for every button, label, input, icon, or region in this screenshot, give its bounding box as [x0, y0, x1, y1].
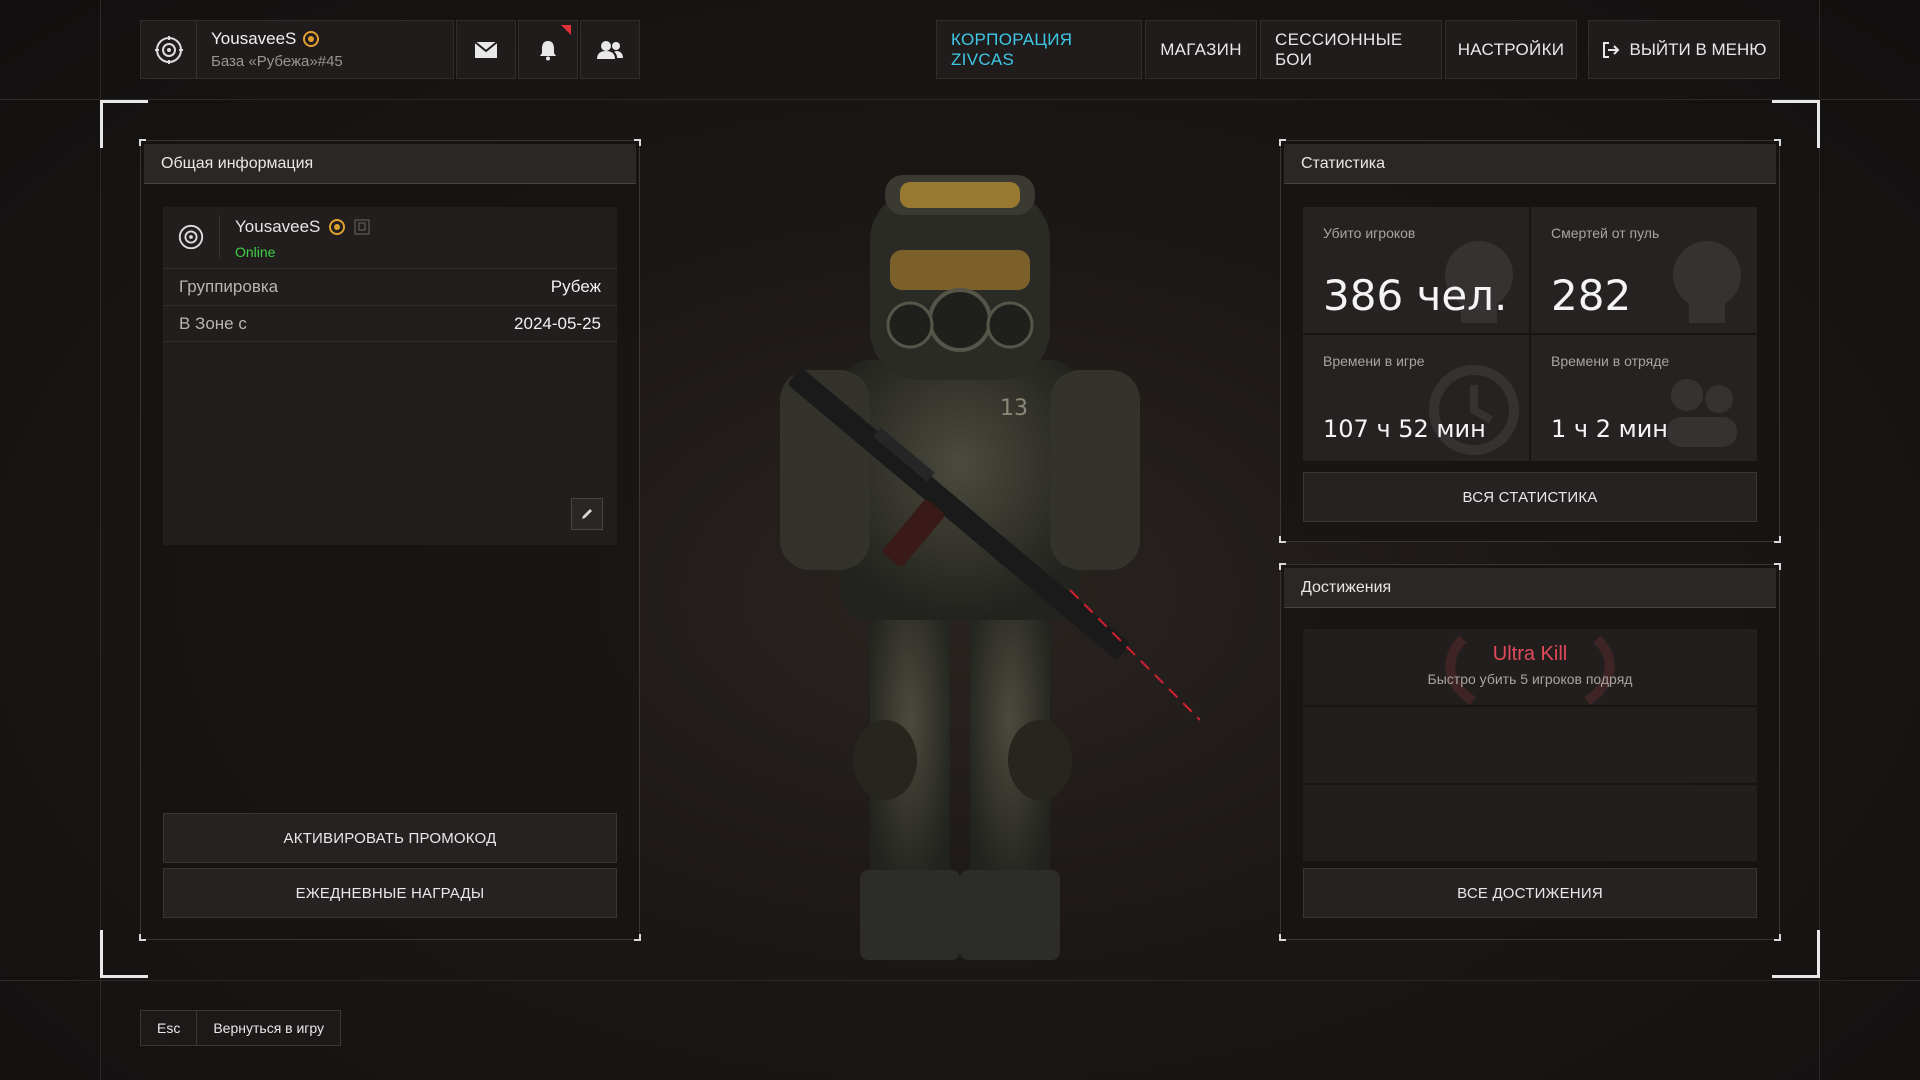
notifications-button[interactable] [518, 20, 578, 79]
stat-deaths: Смертей от пуль 282 [1531, 207, 1757, 333]
premium-badge-icon [329, 219, 346, 235]
stat-label: Времени в отряде [1551, 353, 1670, 369]
info-row-zone-since: В Зоне с 2024-05-25 [163, 305, 617, 342]
stat-label: Смертей от пуль [1551, 225, 1660, 241]
exit-icon [1602, 41, 1619, 58]
nav-session-battles[interactable]: СЕССИОННЫЕ БОИ [1260, 20, 1442, 79]
notification-indicator [561, 25, 571, 35]
profile-chip[interactable]: YousaveeS База «Рубежа»#45 [140, 20, 454, 79]
frame-line-left [100, 0, 101, 1080]
achievement-slot-empty [1303, 707, 1757, 783]
stat-squad-time: Времени в отряде 1 ч 2 мин [1531, 335, 1757, 461]
achievements-list: Ultra Kill Быстро убить 5 игроков подряд [1303, 629, 1757, 861]
main-nav: КОРПОРАЦИЯ ZIVCAS МАГАЗИН СЕССИОННЫЕ БОИ… [936, 20, 1577, 79]
general-info-title: Общая информация [144, 144, 636, 184]
info-key: В Зоне с [179, 313, 247, 333]
users-icon [597, 40, 623, 59]
info-row-faction: Группировка Рубеж [163, 268, 617, 305]
laurel-icon [1445, 635, 1615, 705]
base-label: База «Рубежа»#45 [211, 53, 343, 70]
skull-icon [1673, 241, 1741, 323]
premium-badge-icon [303, 31, 320, 47]
achievement-item[interactable]: Ultra Kill Быстро убить 5 игроков подряд [1303, 629, 1757, 705]
esc-key: Esc [141, 1011, 198, 1045]
faction-emblem-icon [163, 207, 219, 267]
pencil-icon [582, 509, 592, 519]
character-model: 13 [720, 160, 1201, 970]
nav-settings[interactable]: НАСТРОЙКИ [1445, 20, 1577, 79]
exit-to-menu-button[interactable]: ВЫЙТИ В МЕНЮ [1588, 20, 1780, 79]
stat-playtime: Времени в игре 107 ч 52 мин [1303, 335, 1529, 461]
info-value: 2024-05-25 [514, 313, 601, 333]
info-value: Рубеж [550, 277, 601, 296]
player-name: YousaveeS [211, 29, 297, 48]
back-to-game-label: Вернуться в игру [213, 1020, 325, 1036]
frame-line-right [1819, 0, 1820, 1080]
bell-icon [540, 40, 556, 60]
envelope-icon [474, 40, 498, 58]
nav-shop[interactable]: МАГАЗИН [1145, 20, 1257, 79]
squad-icon [1667, 379, 1737, 447]
all-achievements-button[interactable]: ВСЕ ДОСТИЖЕНИЯ [1303, 868, 1757, 918]
player-name: YousaveeS [235, 217, 321, 236]
online-status: Online [235, 244, 276, 260]
info-key: Группировка [179, 277, 279, 296]
clock-icon [1429, 365, 1519, 455]
frame-line-top [0, 99, 1920, 100]
copy-icon[interactable] [354, 219, 370, 235]
svg-text:13: 13 [1000, 396, 1028, 421]
achievements-title: Достижения [1284, 568, 1776, 608]
player-card: YousaveeS Online Группировка Рубеж В Зон… [163, 207, 617, 545]
exit-label: ВЫЙТИ В МЕНЮ [1629, 39, 1767, 59]
statistics-title: Статистика [1284, 144, 1776, 184]
achievement-slot-empty [1303, 785, 1757, 861]
mail-button[interactable] [456, 20, 516, 79]
frame-line-bottom [0, 980, 1920, 981]
stat-value: 282 [1551, 271, 1632, 320]
daily-rewards-button[interactable]: ЕЖЕДНЕВНЫЕ НАГРАДЫ [163, 868, 617, 918]
stat-value: 1 ч 2 мин [1551, 415, 1668, 443]
achievement-description: Быстро убить 5 игроков подряд [1427, 671, 1633, 687]
all-statistics-button[interactable]: ВСЯ СТАТИСТИКА [1303, 472, 1757, 522]
activate-promo-button[interactable]: АКТИВИРОВАТЬ ПРОМОКОД [163, 813, 617, 863]
stat-label: Времени в игре [1323, 353, 1425, 369]
nav-corporation[interactable]: КОРПОРАЦИЯ ZIVCAS [936, 20, 1142, 79]
friends-button[interactable] [580, 20, 640, 79]
skull-icon [1445, 241, 1513, 323]
achievement-name: Ultra Kill [1492, 643, 1568, 665]
faction-emblem-icon [141, 21, 197, 78]
statistics-panel: Статистика Убито игроков 386 чел. Смерте… [1279, 139, 1781, 543]
stat-kills: Убито игроков 386 чел. [1303, 207, 1529, 333]
back-to-game[interactable]: Esc Вернуться в игру [140, 1010, 342, 1046]
general-info-panel: Общая информация YousaveeS Online Группи… [139, 139, 641, 941]
achievements-panel: Достижения Ultra Kill Быстро убить 5 игр… [1279, 563, 1781, 941]
edit-button[interactable] [571, 498, 603, 530]
stat-label: Убито игроков [1323, 225, 1416, 241]
